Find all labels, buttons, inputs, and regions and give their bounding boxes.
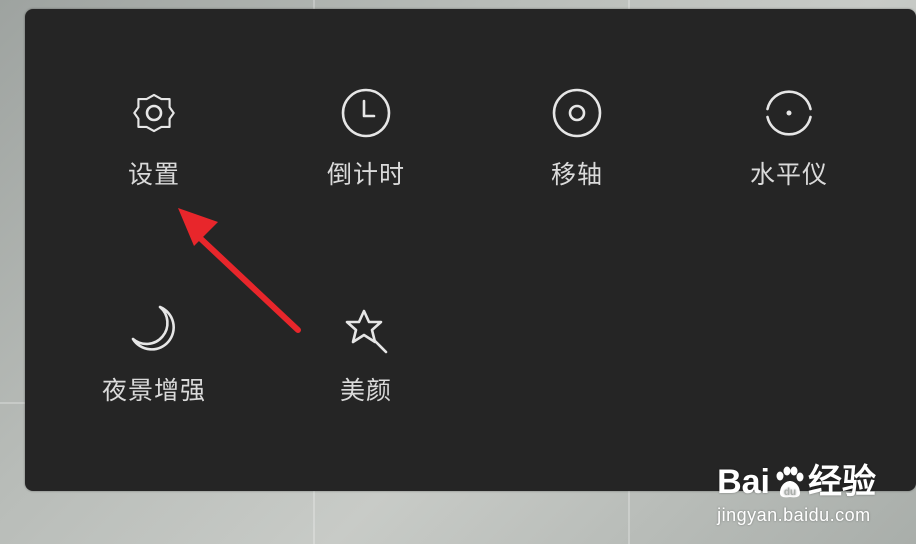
settings-button[interactable]: 设置 bbox=[79, 85, 229, 215]
annotation-arrow bbox=[178, 208, 301, 333]
watermark-brand-left: Bai bbox=[717, 463, 770, 501]
tilt-shift-icon bbox=[549, 85, 605, 141]
camera-more-menu-panel: 设置 倒计时 移轴 水平仪 夜景增强 美颜 bbox=[25, 9, 916, 491]
level-icon bbox=[761, 85, 817, 141]
magic-wand-icon bbox=[338, 301, 394, 357]
watermark-url: jingyan.baidu.com bbox=[717, 505, 871, 525]
tilt-shift-label: 移轴 bbox=[550, 160, 603, 189]
svg-text:du: du bbox=[784, 487, 796, 498]
tilt-shift-button[interactable]: 移轴 bbox=[502, 85, 652, 215]
night-enhance-label: 夜景增强 bbox=[101, 376, 206, 405]
watermark-brand-right: 经验 bbox=[808, 463, 876, 501]
settings-label: 设置 bbox=[127, 160, 180, 189]
baidu-jingyan-watermark: Bai du 经验 jingyan.baidu.com bbox=[717, 465, 876, 526]
clock-icon bbox=[338, 85, 394, 141]
level-label: 水平仪 bbox=[749, 160, 828, 189]
countdown-timer-button[interactable]: 倒计时 bbox=[291, 85, 441, 215]
level-button[interactable]: 水平仪 bbox=[714, 85, 864, 215]
baidu-paw-logo-icon: du bbox=[776, 466, 804, 498]
beauty-button[interactable]: 美颜 bbox=[291, 301, 441, 431]
gear-icon bbox=[126, 85, 182, 141]
countdown-timer-label: 倒计时 bbox=[326, 160, 405, 189]
beauty-label: 美颜 bbox=[339, 376, 392, 405]
